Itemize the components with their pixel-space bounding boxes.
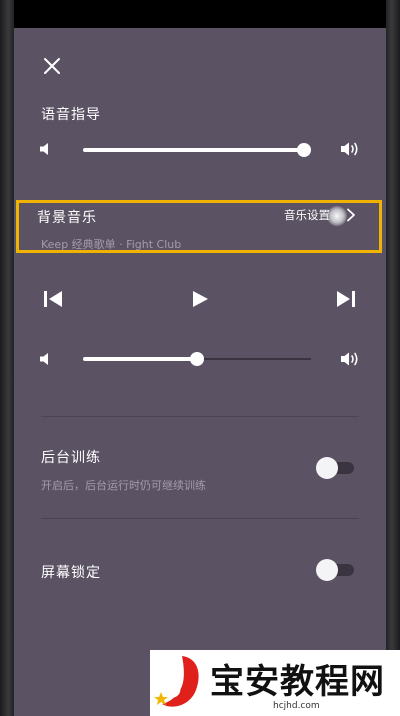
music-settings-link[interactable]: 音乐设置 (284, 207, 330, 223)
voice-guidance-title: 语音指导 (41, 107, 101, 123)
skip-next-icon[interactable] (336, 290, 356, 308)
sound-settings-panel: 语音指导 背景音乐 Keep 经典歌单 · Fight Club 音乐设置 后台… (14, 28, 386, 716)
voice-guidance-volume-fill (83, 148, 304, 152)
background-music-title: 背景音乐 (37, 210, 97, 226)
close-icon[interactable] (41, 55, 63, 77)
phone-frame: 语音指导 背景音乐 Keep 经典歌单 · Fight Club 音乐设置 后台… (0, 0, 400, 716)
watermark-url: hcjhd.com (273, 701, 320, 711)
watermark: 宝安教程网 hcjhd.com (150, 650, 400, 716)
background-training-description: 开启后，后台运行时仍可继续训练 (41, 479, 206, 492)
phone-bezel-left (0, 0, 14, 716)
divider (41, 416, 359, 417)
background-training-title: 后台训练 (41, 450, 101, 466)
watermark-text: 宝安教程网 (210, 662, 385, 702)
volume-high-icon (341, 352, 358, 366)
phone-bezel-top (14, 0, 386, 28)
volume-low-icon (40, 143, 48, 155)
background-music-volume-slider[interactable] (83, 349, 311, 369)
screen-lock-toggle[interactable] (316, 559, 354, 581)
watermark-logo (154, 656, 199, 707)
voice-guidance-volume-slider[interactable] (83, 140, 311, 160)
voice-guidance-volume-thumb[interactable] (297, 143, 311, 157)
play-icon[interactable] (191, 290, 209, 308)
chevron-right-icon[interactable] (345, 208, 357, 222)
phone-bezel-right (386, 0, 400, 716)
touch-indicator (327, 206, 347, 226)
screen-lock-title: 屏幕锁定 (41, 565, 101, 581)
background-music-volume-thumb[interactable] (190, 352, 204, 366)
volume-high-icon (341, 142, 358, 156)
background-training-toggle[interactable] (316, 457, 354, 479)
divider (41, 518, 359, 519)
volume-low-icon (40, 353, 48, 365)
toggle-knob (316, 457, 338, 479)
skip-previous-icon[interactable] (43, 290, 63, 308)
background-music-playlist: Keep 经典歌单 · Fight Club (41, 238, 182, 251)
toggle-knob (316, 559, 338, 581)
background-music-volume-fill (83, 357, 197, 361)
